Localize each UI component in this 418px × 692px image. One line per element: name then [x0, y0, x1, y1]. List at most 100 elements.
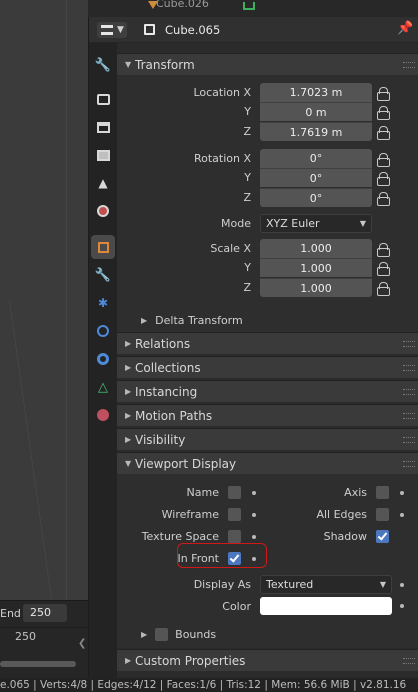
- keyframe-dot-icon[interactable]: [252, 513, 256, 517]
- timeline-ruler[interactable]: [0, 627, 88, 643]
- show-wireframe-checkbox[interactable]: [228, 508, 241, 521]
- physics-tab[interactable]: [91, 319, 115, 343]
- visibility-panel-header[interactable]: ▶ Visibility: [117, 428, 418, 450]
- lock-icon[interactable]: [377, 262, 391, 276]
- scale-x-label: Scale X: [210, 242, 251, 255]
- tool-tab[interactable]: 🔧: [91, 53, 115, 77]
- relations-panel-header[interactable]: ▶ Relations: [117, 332, 418, 354]
- object-cube-icon: [144, 24, 155, 35]
- transform-panel-header[interactable]: ▼ Transform: [117, 53, 418, 75]
- 3d-viewport[interactable]: [0, 0, 88, 600]
- drag-handle-icon[interactable]: [403, 413, 415, 419]
- lock-icon[interactable]: [377, 192, 391, 206]
- show-all-edges-checkbox[interactable]: [376, 508, 389, 521]
- modifiers-tab[interactable]: 🔧: [91, 263, 115, 287]
- timeline[interactable]: End 250 250 ❮: [0, 600, 88, 678]
- bounds-checkbox[interactable]: [155, 628, 169, 641]
- scale-y-label: Y: [244, 261, 251, 274]
- object-tab[interactable]: [91, 235, 115, 259]
- keyframe-dot-icon[interactable]: [400, 583, 404, 587]
- scale-y-field[interactable]: 1.000: [260, 258, 372, 277]
- display-as-select[interactable]: Textured ▼: [260, 575, 392, 594]
- rotation-x-field[interactable]: 0°: [260, 149, 372, 168]
- lock-icon[interactable]: [377, 153, 391, 167]
- location-z-field[interactable]: 1.7619 m: [260, 122, 372, 141]
- rotation-z-label: Z: [243, 191, 251, 204]
- scale-x-field[interactable]: 1.000: [260, 239, 372, 258]
- bounds-label: Bounds: [175, 628, 217, 641]
- keyframe-dot-icon[interactable]: [400, 491, 404, 495]
- viewport-display-panel-title: Viewport Display: [135, 456, 237, 471]
- custom-properties-panel-header[interactable]: ▶ Custom Properties: [117, 649, 418, 671]
- scene-tab[interactable]: ▲: [91, 171, 115, 195]
- collections-panel-header[interactable]: ▶ Collections: [117, 356, 418, 378]
- scale-z-field[interactable]: 1.000: [260, 278, 372, 297]
- drag-handle-icon[interactable]: [403, 365, 415, 371]
- editor-type-button[interactable]: ▼: [97, 22, 127, 38]
- timeline-scrollbar[interactable]: [0, 661, 76, 667]
- show-all-edges-label: All Edges: [316, 508, 367, 521]
- end-frame-field[interactable]: 250: [23, 604, 67, 622]
- rotation-mode-select[interactable]: XYZ Euler ▼: [260, 214, 372, 233]
- drag-handle-icon[interactable]: [403, 389, 415, 395]
- end-frame-label: End: [0, 607, 21, 620]
- lock-icon[interactable]: [377, 243, 391, 257]
- drag-handle-icon[interactable]: [403, 658, 415, 664]
- drag-handle-icon[interactable]: [403, 437, 415, 443]
- keyframe-dot-icon[interactable]: [252, 557, 256, 561]
- motion-paths-panel-header[interactable]: ▶ Motion Paths: [117, 404, 418, 426]
- show-name-checkbox[interactable]: [228, 486, 241, 499]
- constraints-tab[interactable]: [91, 347, 115, 371]
- output-tab[interactable]: [91, 115, 115, 139]
- lock-icon[interactable]: [377, 126, 391, 140]
- rotation-z-field[interactable]: 0°: [260, 188, 372, 207]
- display-as-label: Display As: [193, 578, 251, 591]
- chevron-right-icon: ▶: [125, 435, 132, 444]
- rotation-mode-value: XYZ Euler: [266, 217, 320, 230]
- lock-icon[interactable]: [377, 87, 391, 101]
- drag-handle-icon[interactable]: [403, 62, 415, 68]
- show-axis-checkbox[interactable]: [376, 486, 389, 499]
- location-x-field[interactable]: 1.7023 m: [260, 83, 372, 102]
- in-front-checkbox[interactable]: [228, 552, 241, 565]
- pin-icon[interactable]: 📌: [397, 21, 413, 36]
- drag-handle-icon[interactable]: [403, 341, 415, 347]
- keyframe-dot-icon[interactable]: [252, 491, 256, 495]
- data-tab[interactable]: △: [91, 375, 115, 399]
- output-icon: [96, 121, 110, 133]
- viewport-display-panel-header[interactable]: ▼ Viewport Display: [117, 452, 418, 474]
- delta-transform-subpanel[interactable]: ▶ Delta Transform: [141, 314, 243, 327]
- rotation-y-field[interactable]: 0°: [260, 168, 372, 187]
- frame-marker-label: 250: [15, 630, 36, 643]
- chevron-down-icon: ▼: [125, 459, 132, 468]
- instancing-panel-header[interactable]: ▶ Instancing: [117, 380, 418, 402]
- shadow-checkbox[interactable]: [376, 530, 389, 543]
- bounds-subpanel[interactable]: ▶ Bounds: [141, 628, 216, 641]
- texture-space-checkbox[interactable]: [228, 530, 241, 543]
- location-y-field[interactable]: 0 m: [260, 102, 372, 121]
- lock-icon[interactable]: [377, 106, 391, 120]
- keyframe-dot-icon[interactable]: [400, 604, 404, 608]
- keyframe-dot-icon[interactable]: [400, 513, 404, 517]
- material-tab[interactable]: [91, 403, 115, 427]
- particles-tab[interactable]: ✱: [91, 291, 115, 315]
- transform-panel-title: Transform: [135, 57, 195, 72]
- lock-icon[interactable]: [377, 282, 391, 296]
- grid-line: [66, 0, 67, 600]
- chevron-left-icon[interactable]: ❮: [78, 638, 86, 649]
- color-swatch[interactable]: [260, 597, 392, 615]
- render-tab[interactable]: [91, 87, 115, 111]
- show-wireframe-label: Wireframe: [161, 508, 219, 521]
- properties-tab-bar: 🔧 ▲ 🔧 ✱ △: [89, 43, 117, 678]
- keyframe-dot-icon[interactable]: [252, 535, 256, 539]
- mesh-data-icon: △: [98, 379, 108, 395]
- view-layer-tab[interactable]: [91, 143, 115, 167]
- instancing-panel-title: Instancing: [135, 384, 198, 399]
- outliner-item-label: Cube.026: [156, 0, 209, 10]
- properties-editor-icon: [101, 25, 113, 35]
- lock-icon[interactable]: [377, 172, 391, 186]
- properties-panels: ▼ Transform Location X 1.7023 m Y 0 m Z …: [117, 43, 418, 678]
- drag-handle-icon[interactable]: [403, 461, 415, 467]
- world-tab[interactable]: [91, 199, 115, 223]
- delta-transform-label: Delta Transform: [155, 314, 243, 327]
